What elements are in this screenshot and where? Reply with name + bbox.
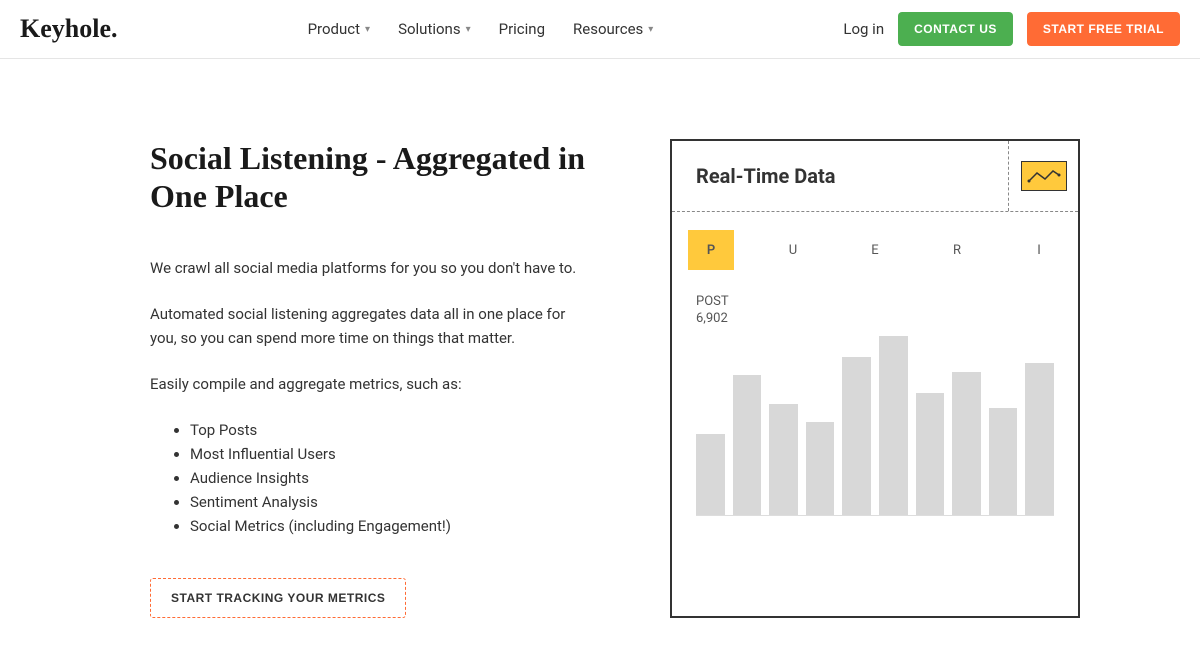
logo-dot: . (111, 14, 118, 43)
chevron-down-icon: ▾ (365, 24, 370, 35)
list-item: Social Metrics (including Engagement!) (190, 514, 590, 538)
widget-header: Real-Time Data (672, 141, 1078, 212)
stat-label: POST (672, 280, 1078, 309)
list-item: Most Influential Users (190, 442, 590, 466)
header-actions: Log in CONTACT US START FREE TRIAL (843, 12, 1180, 46)
chart-bar (1025, 363, 1054, 515)
main-content: Social Listening - Aggregated in One Pla… (0, 59, 1200, 658)
nav-product[interactable]: Product ▾ (308, 20, 370, 38)
chart-bar (806, 422, 835, 515)
nav-solutions[interactable]: Solutions ▾ (398, 20, 471, 38)
chart-bar (769, 404, 798, 515)
logo[interactable]: Keyhole. (20, 14, 118, 44)
content-column: Social Listening - Aggregated in One Pla… (150, 139, 590, 618)
logo-text: Keyhole (20, 14, 111, 43)
nav-resources[interactable]: Resources ▾ (573, 20, 653, 38)
chart-bar (733, 375, 762, 515)
nav-solutions-label: Solutions (398, 20, 461, 38)
realtime-widget: Real-Time Data P U E R I POST 6,902 (670, 139, 1080, 618)
cta-button[interactable]: START TRACKING YOUR METRICS (150, 578, 406, 618)
site-header: Keyhole. Product ▾ Solutions ▾ Pricing R… (0, 0, 1200, 59)
nav-pricing[interactable]: Pricing (499, 20, 545, 38)
chart-bar (696, 434, 725, 515)
nav-product-label: Product (308, 20, 360, 38)
chart-area (672, 326, 1078, 540)
tab-i[interactable]: I (1016, 230, 1062, 270)
chevron-down-icon: ▾ (466, 24, 471, 35)
contact-button[interactable]: CONTACT US (898, 12, 1013, 46)
tab-r[interactable]: R (934, 230, 980, 270)
chart-bar (952, 372, 981, 515)
widget-tabs: P U E R I (672, 212, 1078, 280)
tab-e[interactable]: E (852, 230, 898, 270)
list-item: Top Posts (190, 418, 590, 442)
nav-pricing-label: Pricing (499, 20, 545, 38)
paragraph-1: We crawl all social media platforms for … (150, 256, 590, 280)
trial-button[interactable]: START FREE TRIAL (1027, 12, 1180, 46)
bar-chart (696, 336, 1054, 516)
chart-bar (879, 336, 908, 515)
main-nav: Product ▾ Solutions ▾ Pricing Resources … (308, 20, 654, 38)
nav-resources-label: Resources (573, 20, 643, 38)
tab-u[interactable]: U (770, 230, 816, 270)
chart-bar (989, 408, 1018, 515)
chart-line-icon (1021, 161, 1067, 191)
widget-title: Real-Time Data (672, 146, 859, 206)
stat-value: 6,902 (672, 309, 1078, 326)
page-heading: Social Listening - Aggregated in One Pla… (150, 139, 590, 216)
paragraph-3: Easily compile and aggregate metrics, su… (150, 372, 590, 396)
metrics-list: Top Posts Most Influential Users Audienc… (150, 418, 590, 538)
paragraph-2: Automated social listening aggregates da… (150, 302, 590, 350)
list-item: Audience Insights (190, 466, 590, 490)
chart-bar (916, 393, 945, 515)
widget-icon-container (1008, 141, 1078, 211)
tab-p[interactable]: P (688, 230, 734, 270)
chart-bar (842, 357, 871, 515)
chevron-down-icon: ▾ (648, 24, 653, 35)
list-item: Sentiment Analysis (190, 490, 590, 514)
login-link[interactable]: Log in (843, 20, 884, 38)
